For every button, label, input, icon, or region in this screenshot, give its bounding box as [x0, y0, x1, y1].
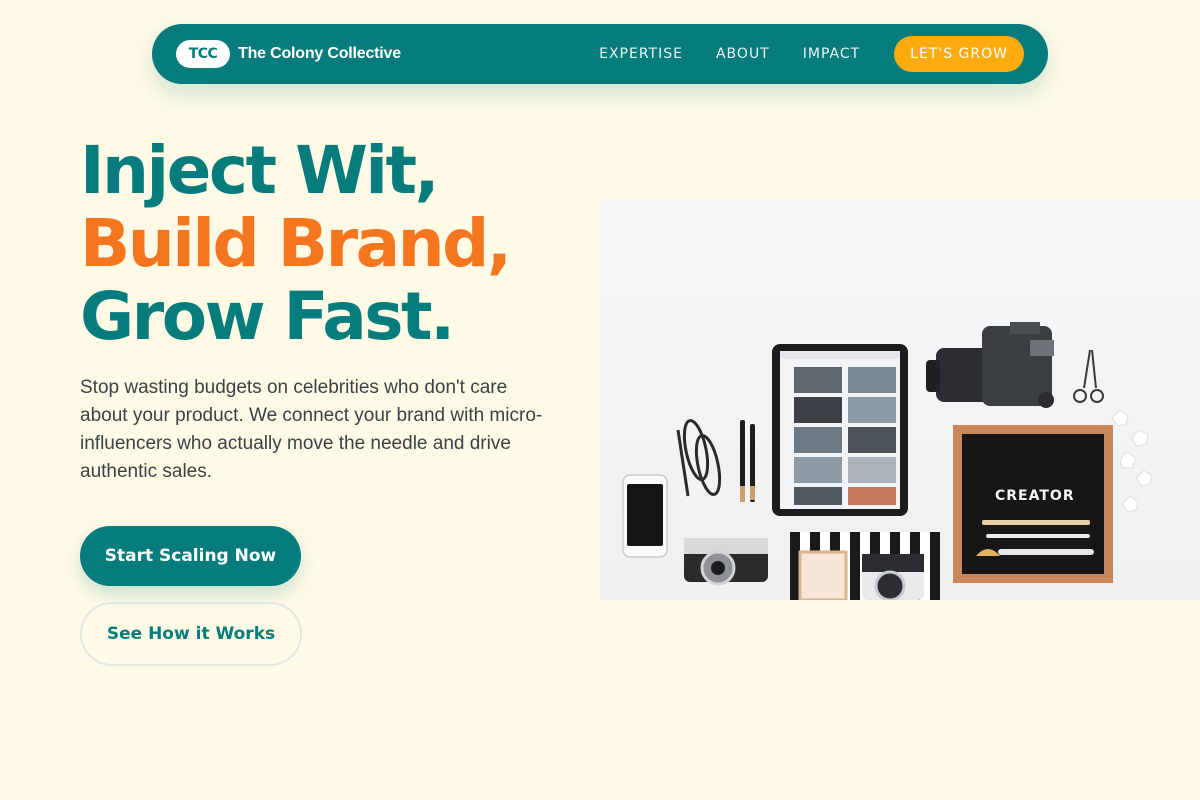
logo-badge[interactable]: TCC: [176, 40, 230, 68]
hero-headline: Inject Wit, Build Brand, Grow Fast.: [80, 132, 512, 355]
nav-link-expertise[interactable]: EXPERTISE: [599, 46, 683, 62]
headline-line-2: Build Brand,: [80, 205, 512, 282]
headline-line-3: Grow Fast.: [80, 278, 455, 355]
tablet-icon: [772, 344, 908, 516]
see-how-it-works-button[interactable]: See How it Works: [80, 602, 302, 666]
top-navbar: TCC The Colony Collective EXPERTISE ABOU…: [152, 24, 1048, 84]
nav-link-about[interactable]: ABOUT: [716, 46, 770, 62]
headline-line-1: Inject Wit,: [80, 132, 440, 209]
brand-name[interactable]: The Colony Collective: [238, 45, 401, 63]
flatlay-illustration: CREATOR: [600, 200, 1200, 600]
letterboard-text: CREATOR: [995, 488, 1075, 504]
logo-text: TCC: [188, 46, 218, 62]
letterboard-icon: CREATOR: [953, 425, 1113, 583]
lets-grow-button[interactable]: LET'S GROW: [894, 36, 1024, 72]
start-scaling-button[interactable]: Start Scaling Now: [80, 526, 301, 586]
nav-link-impact[interactable]: IMPACT: [803, 46, 860, 62]
instant-camera-icon: [862, 554, 924, 600]
hero-image: CREATOR: [600, 200, 1200, 600]
phone-icon: [622, 474, 668, 558]
film-camera-icon: [684, 538, 768, 586]
nav-links: EXPERTISE ABOUT IMPACT: [599, 46, 860, 62]
hero-description: Stop wasting budgets on celebrities who …: [80, 377, 543, 482]
